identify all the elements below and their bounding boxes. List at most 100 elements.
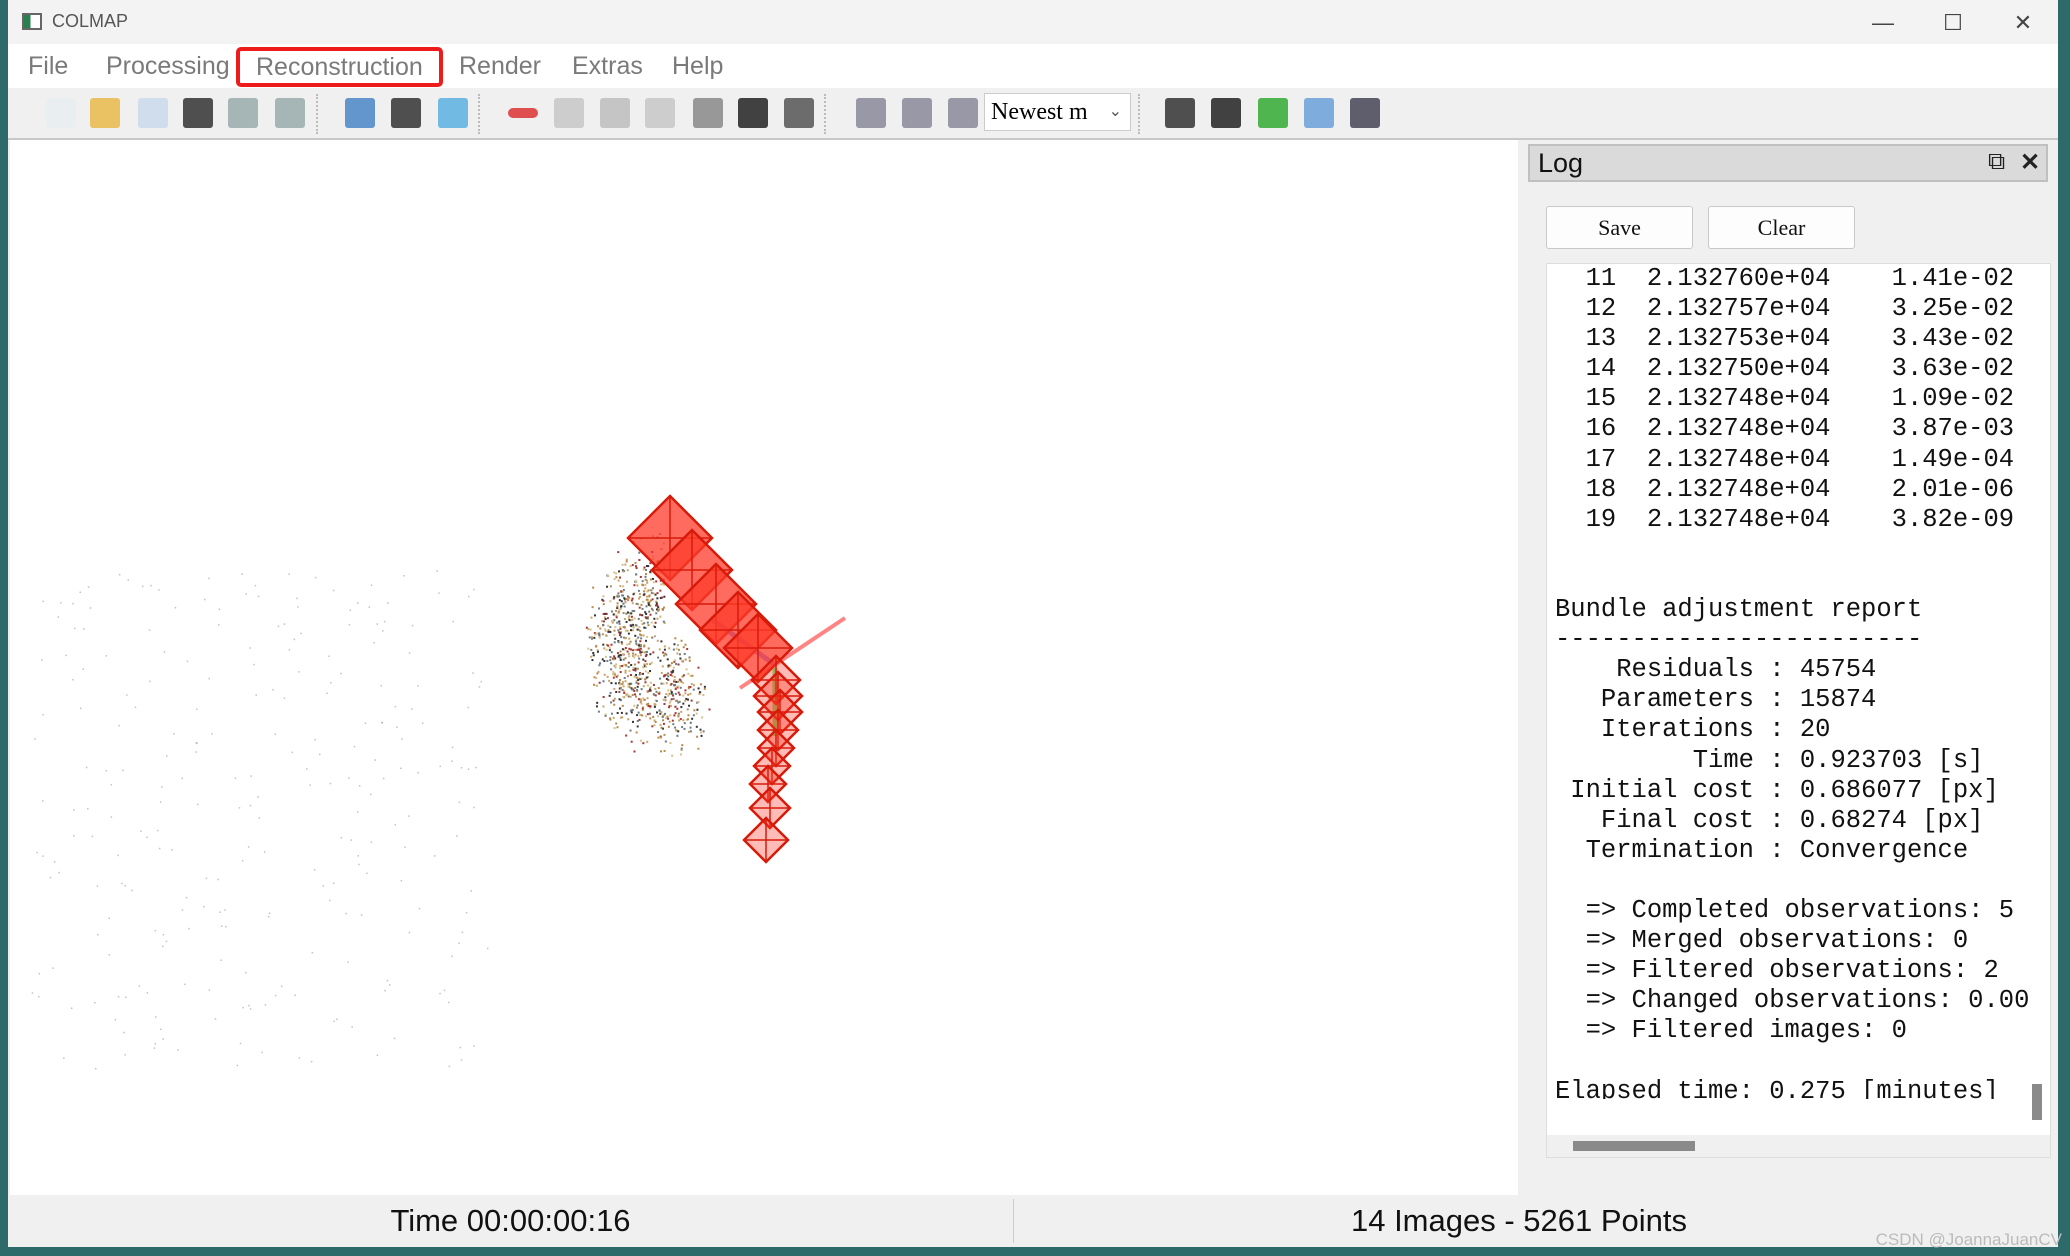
point (624, 657, 627, 660)
point (249, 647, 251, 649)
close-panel-icon[interactable]: ✕ (2020, 148, 2040, 177)
menu-help[interactable]: Help (666, 50, 729, 82)
point (673, 643, 676, 646)
point (678, 678, 681, 681)
point (606, 675, 609, 678)
point (225, 925, 227, 928)
point (634, 561, 637, 564)
point (456, 835, 458, 837)
reconstruction-select[interactable]: Newest m ⌄ (984, 93, 1131, 131)
save-project-icon[interactable] (183, 98, 213, 128)
menu-render[interactable]: Render (453, 50, 547, 82)
reconstruction-stats-icon[interactable] (1258, 98, 1288, 128)
point (368, 606, 371, 608)
log-line: Final cost : 0.68274 [px] (1555, 805, 1984, 835)
new-project-icon[interactable] (46, 98, 76, 128)
pause-reconstruction-icon[interactable] (645, 98, 675, 128)
point (640, 672, 643, 675)
export-images-icon[interactable] (902, 98, 932, 128)
match-matrix-icon[interactable] (1211, 98, 1241, 128)
point (267, 915, 270, 918)
3d-viewport[interactable] (10, 140, 1518, 1195)
point (148, 629, 151, 631)
point (656, 617, 659, 620)
point (682, 694, 685, 697)
vertical-scrollbar[interactable] (2032, 1084, 2042, 1120)
point (638, 606, 641, 609)
point (280, 985, 283, 988)
point (612, 658, 615, 661)
edit-project-icon[interactable] (138, 98, 168, 128)
feature-extraction-icon[interactable] (345, 98, 375, 128)
point (619, 607, 622, 610)
bundle-adjustment-icon[interactable] (738, 98, 768, 128)
menu-extras[interactable]: Extras (566, 50, 649, 82)
point (655, 700, 658, 703)
point (657, 736, 660, 739)
grab-movie-icon[interactable] (1350, 98, 1380, 128)
point (473, 588, 475, 591)
point (181, 909, 184, 911)
reconstruction-options-icon[interactable] (508, 108, 538, 118)
point (649, 717, 652, 720)
grab-image-icon[interactable] (1304, 98, 1334, 128)
point (619, 585, 622, 588)
database-management-icon[interactable] (438, 98, 468, 128)
point (357, 602, 359, 604)
point-cloud-scene[interactable] (10, 140, 1518, 1195)
point (613, 672, 616, 675)
point (645, 703, 648, 706)
menu-processing[interactable]: Processing (100, 50, 236, 82)
log-output[interactable]: 11 2.132760e+04 1.41e-02 12 2.132757e+04… (1546, 263, 2051, 1158)
network-icon[interactable] (948, 98, 978, 128)
point (274, 994, 277, 997)
point (309, 784, 311, 786)
point (624, 671, 627, 674)
start-reconstruction-icon[interactable] (554, 98, 584, 128)
point (358, 785, 361, 787)
clear-log-button[interactable]: Clear (1708, 206, 1855, 249)
point (684, 643, 687, 646)
import-model-icon[interactable] (228, 98, 258, 128)
horizontal-scrollbar[interactable] (1573, 1141, 1695, 1151)
save-log-button[interactable]: Save (1546, 206, 1693, 249)
point (631, 602, 634, 605)
log-line: Parameters : 15874 (1555, 685, 1877, 715)
close-button[interactable]: ✕ (1993, 6, 2053, 40)
reconstruction-reset-icon[interactable] (693, 98, 723, 128)
feature-matching-icon[interactable] (391, 98, 421, 128)
point (83, 628, 85, 630)
point (636, 714, 639, 717)
menu-file[interactable]: File (22, 50, 74, 82)
log-icon[interactable] (1165, 98, 1195, 128)
point (628, 615, 631, 618)
point (618, 690, 621, 693)
point (616, 712, 619, 715)
export-model-icon[interactable] (275, 98, 305, 128)
maximize-button[interactable]: ☐ (1923, 6, 1983, 40)
point (674, 729, 677, 732)
point (663, 749, 666, 752)
point (683, 722, 686, 725)
minimize-button[interactable]: — (1853, 6, 1913, 40)
step-reconstruction-icon[interactable] (600, 98, 630, 128)
menu-reconstruction[interactable]: Reconstruction (236, 47, 443, 87)
point (241, 859, 244, 862)
point (370, 793, 372, 796)
point (674, 692, 677, 695)
point (646, 595, 649, 598)
horizontal-scrollbar-track[interactable] (1547, 1135, 2050, 1157)
point (682, 682, 685, 685)
point (617, 551, 620, 554)
open-project-icon[interactable] (90, 98, 120, 128)
float-panel-icon[interactable]: ⧉ (1988, 148, 2005, 176)
point (620, 600, 623, 603)
point (619, 686, 622, 689)
point (639, 654, 642, 657)
point (97, 933, 99, 936)
add-images-icon[interactable] (856, 98, 886, 128)
point (638, 626, 641, 629)
point (638, 657, 641, 660)
dense-reconstruction-icon[interactable] (784, 98, 814, 128)
point (638, 644, 641, 647)
